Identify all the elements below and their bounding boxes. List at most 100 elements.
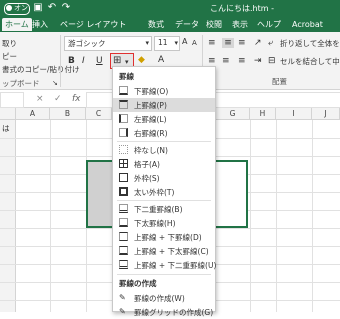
wrap-text-icon[interactable]: ⤶ <box>268 38 273 48</box>
align-center-icon[interactable]: ≡ <box>222 56 230 66</box>
group-divider <box>60 35 61 87</box>
align-left-icon[interactable]: ≡ <box>208 56 216 66</box>
tab-formulas[interactable]: 数式 <box>148 18 164 31</box>
tab-page-layout[interactable]: ページ レイアウト <box>60 18 126 31</box>
menu-item-thick-outside-borders[interactable]: 太い外枠(T) <box>113 185 215 199</box>
menu-item-draw-border-grid[interactable]: ✎ 罫線グリッドの作成(G) <box>113 305 215 319</box>
menu-section-header: 罫線の作成 <box>119 279 157 288</box>
tab-home[interactable]: ホーム <box>2 18 32 31</box>
bold-button[interactable]: B <box>68 56 75 66</box>
underline-button[interactable]: U <box>96 56 103 66</box>
tab-acrobat[interactable]: Acrobat <box>292 18 323 31</box>
confirm-icon[interactable]: ✓ <box>54 94 62 104</box>
fill-color-icon[interactable]: ◆ <box>138 55 145 65</box>
menu-item-draw-border[interactable]: ✎ 罫線の作成(W) <box>113 291 215 305</box>
tab-view[interactable]: 表示 <box>232 18 248 31</box>
menu-item-label: 罫線の作成(W) <box>134 294 185 303</box>
name-box[interactable] <box>0 92 24 108</box>
menu-item-label: 上罫線 + 下太罫線(C) <box>134 247 209 256</box>
top-border-icon <box>119 100 128 109</box>
select-all-corner[interactable] <box>0 108 16 120</box>
indent-icon[interactable]: ⇥ <box>254 56 262 66</box>
tab-data[interactable]: データ <box>175 18 199 31</box>
align-middle-icon[interactable]: ≡ <box>222 38 234 48</box>
column-header[interactable]: I <box>276 108 312 120</box>
menu-item-top-thick-bottom-border[interactable]: 上罫線 + 下太罫線(C) <box>113 244 215 258</box>
redo-icon[interactable]: ↷ <box>60 2 72 14</box>
copy-button[interactable]: ピー <box>2 51 17 62</box>
thick-outside-borders-icon <box>119 187 128 196</box>
menu-item-outside-borders[interactable]: 外枠(S) <box>113 171 215 185</box>
tab-review[interactable]: 校閲 <box>206 18 222 31</box>
top-double-bottom-border-icon <box>119 260 128 269</box>
cut-button[interactable]: 取り <box>2 38 17 49</box>
menu-item-right-border[interactable]: 右罫線(R) <box>113 126 215 140</box>
orientation-icon[interactable]: ↗ <box>254 38 262 48</box>
menu-item-label: 外枠(S) <box>134 174 160 183</box>
font-name-box[interactable]: 游ゴシック ▾ <box>64 36 152 51</box>
menu-item-top-double-bottom-border[interactable]: 上罫線 + 下二重罫線(U) <box>113 258 216 272</box>
pencil-icon: ✎ <box>119 293 126 302</box>
menu-item-label: 太い外枠(T) <box>134 188 175 197</box>
font-color-icon[interactable]: A <box>158 55 164 65</box>
font-size-box[interactable]: 11 ▾ <box>154 36 180 51</box>
align-top-icon[interactable]: ≡ <box>208 38 216 48</box>
title-bar: オン ▣ ↶ ↷ こんにちは.htm - <box>0 0 340 16</box>
menu-divider <box>117 200 211 201</box>
menu-item-left-border[interactable]: 左罫線(L) <box>113 112 215 126</box>
align-bottom-icon[interactable]: ≡ <box>238 38 246 48</box>
menu-section-header: 罫線 <box>119 72 134 81</box>
column-header[interactable]: H <box>250 108 276 120</box>
menu-item-label: 下太罫線(H) <box>134 219 176 228</box>
column-header[interactable]: A <box>16 108 50 120</box>
thick-bottom-border-icon <box>119 218 128 227</box>
italic-button[interactable]: I <box>82 56 85 66</box>
decrease-font-icon[interactable]: A <box>192 38 197 48</box>
alignment-group-label: 配置 <box>272 77 287 86</box>
cancel-icon[interactable]: × <box>36 94 44 104</box>
top-thick-bottom-border-icon <box>119 246 128 255</box>
align-right-icon[interactable]: ≡ <box>238 56 246 66</box>
menu-item-top-border[interactable]: 上罫線(P) <box>113 98 215 112</box>
autosave-toggle[interactable]: オン <box>4 3 30 15</box>
column-header[interactable]: B <box>50 108 86 120</box>
menu-item-label: 上罫線(P) <box>134 101 167 110</box>
autosave-knob <box>6 5 12 11</box>
menu-item-no-border[interactable]: 枠なし(N) <box>113 143 215 157</box>
menu-item-label: 下罫線(O) <box>134 87 169 96</box>
bottom-border-icon <box>119 86 128 95</box>
menu-divider <box>117 141 211 142</box>
right-border-icon <box>119 128 128 137</box>
menu-item-top-bottom-border[interactable]: 上罫線 + 下罫線(D) <box>113 230 215 244</box>
column-header[interactable]: J <box>312 108 340 120</box>
menu-item-bottom-border[interactable]: 下罫線(O) <box>113 84 215 98</box>
cell-a1-text: は <box>2 124 10 133</box>
insert-function-icon[interactable]: fx <box>72 94 81 104</box>
borders-dropdown-menu: 罫線 下罫線(O) 上罫線(P) 左罫線(L) 右罫線(R) 枠なし(N) 格子… <box>112 66 216 317</box>
column-header[interactable]: G <box>216 108 250 120</box>
tab-help[interactable]: ヘルプ <box>257 18 281 31</box>
merge-center-button[interactable]: セルを結合して中央揃 <box>280 56 340 67</box>
font-name-value: 游ゴシック <box>68 39 106 48</box>
wrap-text-button[interactable]: 折り返して全体を表示 <box>280 38 340 49</box>
merge-center-icon[interactable]: ⊟ <box>268 56 276 66</box>
dialog-launcher-icon[interactable]: ↘ <box>52 78 58 88</box>
menu-item-label: 罫線グリッドの作成(G) <box>134 308 214 317</box>
increase-font-icon[interactable]: A <box>182 37 187 47</box>
menu-divider <box>117 274 211 275</box>
menu-item-thick-bottom-border[interactable]: 下太罫線(H) <box>113 216 215 230</box>
menu-item-label: 枠なし(N) <box>134 146 168 155</box>
menu-item-label: 格子(A) <box>134 160 160 169</box>
left-border-icon <box>119 114 128 123</box>
all-borders-icon <box>119 159 128 168</box>
save-icon[interactable]: ▣ <box>32 2 44 14</box>
menu-item-all-borders[interactable]: 格子(A) <box>113 157 215 171</box>
no-border-icon <box>119 145 128 154</box>
tab-insert[interactable]: 挿入 <box>32 18 48 31</box>
undo-icon[interactable]: ↶ <box>46 2 58 14</box>
menu-item-label: 下二重罫線(B) <box>134 205 183 214</box>
grid-line <box>312 120 313 312</box>
column-header[interactable]: C <box>86 108 112 120</box>
menu-item-bottom-double-border[interactable]: 下二重罫線(B) <box>113 202 215 216</box>
clipboard-group-label: ップボード <box>2 79 40 88</box>
